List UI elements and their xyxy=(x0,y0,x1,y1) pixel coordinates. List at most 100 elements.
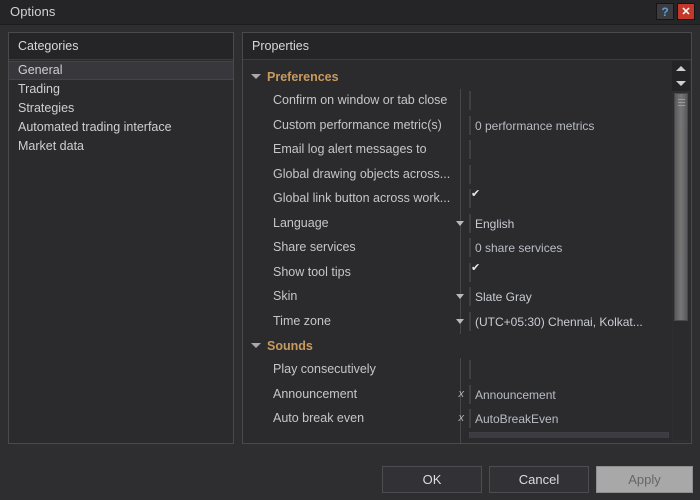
properties-header: Properties xyxy=(243,33,691,60)
question-mark-icon: ? xyxy=(661,4,669,19)
table-row: Show tool tips xyxy=(243,260,671,285)
table-row: Language English xyxy=(243,211,671,236)
scrollbar-track[interactable] xyxy=(673,93,689,440)
column-divider xyxy=(460,236,461,261)
announcement-field[interactable]: Announcement x xyxy=(459,384,556,404)
section-label: Sounds xyxy=(267,339,313,353)
table-row: Skin Slate Gray xyxy=(243,285,671,310)
sidebar-item-strategies[interactable]: Strategies xyxy=(9,99,233,118)
properties-panel: Properties Preferences Confirm on window… xyxy=(242,32,692,444)
properties-scroll-area: Preferences Confirm on window or tab clo… xyxy=(243,61,671,443)
title-bar: Options ? ✕ xyxy=(0,0,700,25)
table-row: Play consecutively xyxy=(243,358,671,383)
chevron-down-icon[interactable] xyxy=(456,294,464,299)
field-value: AutoBreakEven xyxy=(475,412,559,426)
property-value xyxy=(469,360,471,379)
close-icon: ✕ xyxy=(681,6,691,18)
sidebar-item-label: Strategies xyxy=(18,101,75,115)
options-dialog: Options ? ✕ Categories General Trading S… xyxy=(0,0,700,500)
table-row: Auto break even AutoBreakEven x xyxy=(243,407,671,432)
column-divider xyxy=(460,162,461,187)
cancel-button-label: Cancel xyxy=(518,472,560,487)
chevron-down-icon[interactable] xyxy=(456,220,464,226)
property-value: (UTC+05:30) Chennai, Kolkat... xyxy=(456,311,643,331)
property-label: Announcement xyxy=(273,386,358,401)
property-value: Announcement x xyxy=(459,384,556,404)
clear-icon[interactable]: x xyxy=(459,412,465,424)
property-label: Email log alert messages to xyxy=(273,142,427,156)
checkbox-show-tool-tips[interactable] xyxy=(469,262,471,282)
column-divider xyxy=(460,89,461,114)
table-row: Time zone (UTC+05:30) Chennai, Kolkat... xyxy=(243,309,671,334)
clear-icon[interactable]: x xyxy=(459,388,465,400)
dropdown-value: Slate Gray xyxy=(475,290,532,304)
chevron-down-icon[interactable] xyxy=(251,74,261,79)
dropdown-value: English xyxy=(475,216,515,231)
property-value: 0 performance metrics xyxy=(469,115,594,135)
checkbox-play-consecutively[interactable] xyxy=(469,360,471,379)
section-sounds[interactable]: Sounds xyxy=(243,334,671,358)
property-label: Custom performance metric(s) xyxy=(273,117,442,132)
scroll-up-arrow-icon xyxy=(676,66,686,71)
clipped-field[interactable] xyxy=(469,431,669,438)
property-label: Share services xyxy=(273,240,356,254)
close-button[interactable]: ✕ xyxy=(677,3,695,20)
checkbox-global-drawing-objects[interactable] xyxy=(469,164,471,184)
property-value: English xyxy=(456,213,514,233)
skin-dropdown[interactable]: Slate Gray xyxy=(456,287,532,306)
section-preferences[interactable]: Preferences xyxy=(243,65,671,89)
column-divider xyxy=(460,113,461,138)
properties-scrollbar[interactable] xyxy=(672,61,690,442)
column-divider xyxy=(460,260,461,285)
table-row: Announcement Announcement x xyxy=(243,382,671,407)
column-divider xyxy=(460,187,461,212)
table-row: Global link button across work... xyxy=(243,187,671,212)
table-row: Global drawing objects across... xyxy=(243,162,671,187)
sidebar-item-label: General xyxy=(18,63,63,77)
auto-break-even-field[interactable]: AutoBreakEven x xyxy=(459,409,558,428)
sidebar-item-market-data[interactable]: Market data xyxy=(9,137,233,156)
window-title: Options xyxy=(10,4,56,19)
property-label: Play consecutively xyxy=(273,362,376,376)
property-value xyxy=(469,164,471,184)
scroll-down-button[interactable] xyxy=(672,76,690,91)
table-row: Custom performance metric(s) 0 performan… xyxy=(243,113,671,138)
help-button[interactable]: ? xyxy=(656,3,674,20)
properties-header-label: Properties xyxy=(252,39,309,53)
property-value xyxy=(469,262,471,282)
apply-button[interactable]: Apply xyxy=(596,466,693,493)
property-label: Auto break even xyxy=(273,411,365,425)
property-label: Global link button across work... xyxy=(273,191,451,205)
sidebar-item-label: Market data xyxy=(18,139,85,153)
checkbox-global-link-button[interactable] xyxy=(469,189,471,208)
grip-line xyxy=(678,105,685,106)
sidebar-item-general[interactable]: General xyxy=(9,61,233,80)
grip-line xyxy=(678,102,685,103)
categories-panel: Categories General Trading Strategies Au… xyxy=(8,32,234,444)
ok-button[interactable]: OK xyxy=(382,466,482,493)
property-label: Global drawing objects across... xyxy=(273,166,451,181)
scroll-up-button[interactable] xyxy=(672,61,690,76)
table-row: Share services 0 share services xyxy=(243,236,671,261)
property-value xyxy=(469,140,471,159)
field-value: 0 share services xyxy=(475,241,563,255)
cancel-button[interactable]: Cancel xyxy=(489,466,589,493)
time-zone-dropdown[interactable]: (UTC+05:30) Chennai, Kolkat... xyxy=(456,311,643,331)
custom-performance-metrics-field[interactable]: 0 performance metrics xyxy=(469,115,594,135)
email-log-alert-field[interactable] xyxy=(469,140,471,159)
language-dropdown[interactable]: English xyxy=(456,213,514,233)
chevron-down-icon[interactable] xyxy=(251,343,261,348)
table-row-clipped xyxy=(243,431,671,443)
sidebar-item-trading[interactable]: Trading xyxy=(9,80,233,99)
table-row: Confirm on window or tab close xyxy=(243,89,671,114)
property-label: Show tool tips xyxy=(273,264,351,279)
property-value: Slate Gray xyxy=(456,287,532,306)
share-services-field[interactable]: 0 share services xyxy=(469,238,562,257)
categories-list: General Trading Strategies Automated tra… xyxy=(9,61,233,443)
sidebar-item-automated-trading-interface[interactable]: Automated trading interface xyxy=(9,118,233,137)
scrollbar-thumb[interactable] xyxy=(674,93,688,321)
checkbox-confirm-on-window-or-tab-close[interactable] xyxy=(469,91,471,110)
field-value: Announcement xyxy=(475,387,556,402)
chevron-down-icon[interactable] xyxy=(456,318,464,324)
sidebar-item-label: Trading xyxy=(18,82,60,96)
